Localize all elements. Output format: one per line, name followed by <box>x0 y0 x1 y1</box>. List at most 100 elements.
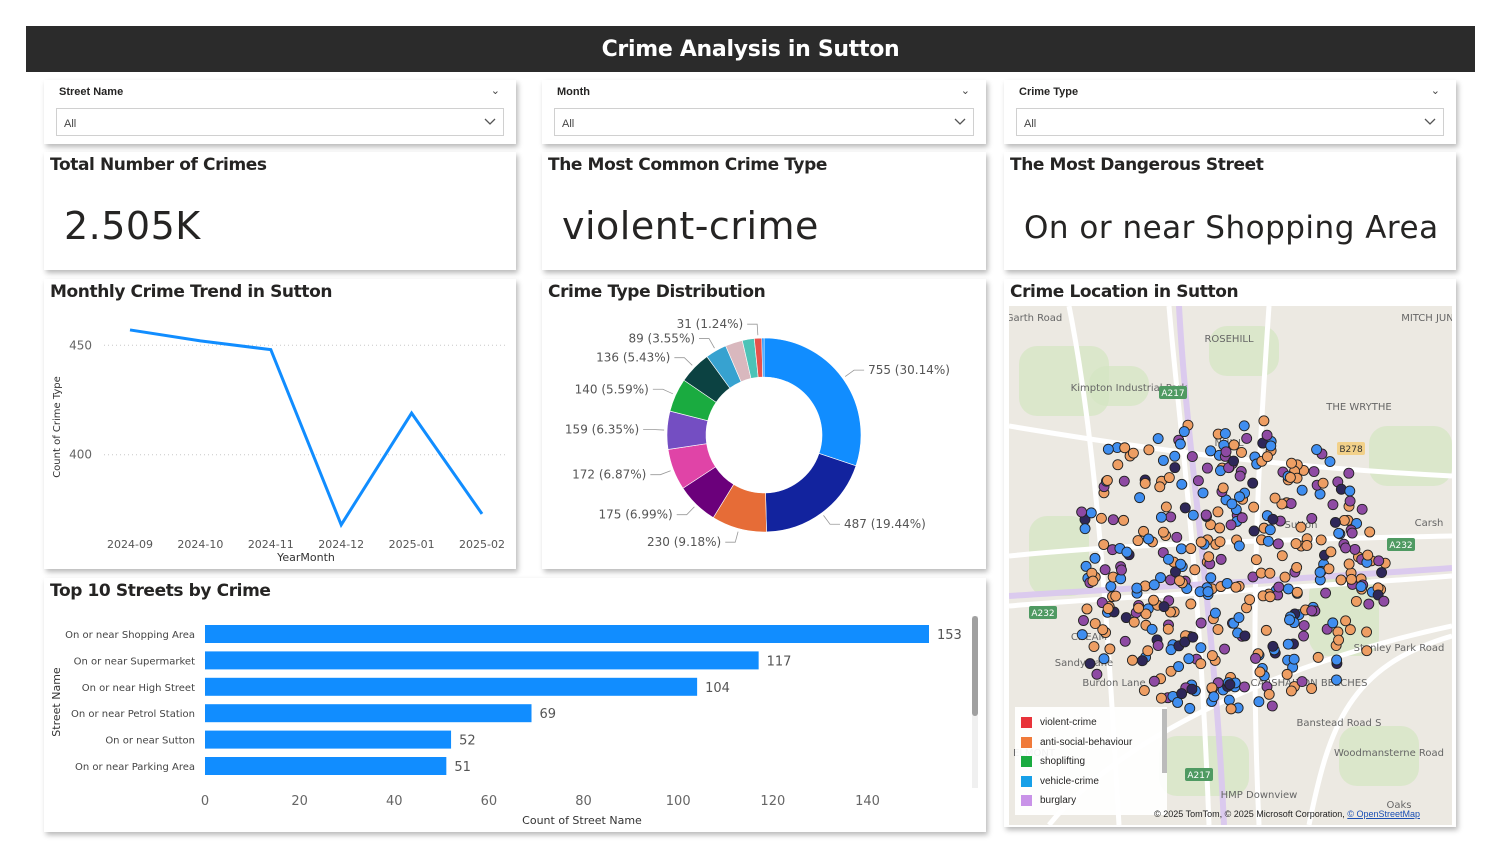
crime-point[interactable] <box>1099 564 1111 576</box>
crime-point[interactable] <box>1362 549 1374 561</box>
crime-point[interactable] <box>1158 601 1170 613</box>
crime-point[interactable] <box>1356 503 1368 515</box>
crime-point[interactable] <box>1157 526 1169 538</box>
crime-point[interactable] <box>1228 455 1239 467</box>
crime-type-dropdown[interactable]: All <box>1016 108 1444 136</box>
crime-point[interactable] <box>1262 535 1274 547</box>
crime-point[interactable] <box>1203 551 1215 563</box>
crime-point[interactable] <box>1183 653 1195 665</box>
trend-point[interactable] <box>128 328 132 332</box>
crime-point[interactable] <box>1143 444 1155 456</box>
crime-point[interactable] <box>1142 645 1154 657</box>
crime-point[interactable] <box>1223 694 1235 706</box>
crime-point[interactable] <box>1344 485 1356 497</box>
crime-point[interactable] <box>1206 682 1218 694</box>
crime-point[interactable] <box>1344 624 1356 636</box>
crime-point[interactable] <box>1267 640 1279 652</box>
crime-point[interactable] <box>1169 462 1181 474</box>
trend-point[interactable] <box>198 339 202 343</box>
crime-point[interactable] <box>1098 539 1110 550</box>
crime-point[interactable] <box>1206 650 1218 662</box>
crime-point[interactable] <box>1230 581 1242 593</box>
crime-point[interactable] <box>1134 492 1146 504</box>
crime-point[interactable] <box>1373 555 1385 567</box>
crime-point[interactable] <box>1089 552 1101 564</box>
crime-point[interactable] <box>1320 587 1332 599</box>
crime-point[interactable] <box>1187 631 1199 643</box>
crime-point[interactable] <box>1311 444 1323 455</box>
crime-point[interactable] <box>1127 447 1139 459</box>
crime-point[interactable] <box>1284 471 1296 483</box>
crime-point[interactable] <box>1102 603 1114 614</box>
crime-point[interactable] <box>1344 495 1356 507</box>
crime-point[interactable] <box>1185 543 1197 555</box>
crime-point[interactable] <box>1335 574 1347 586</box>
crime-point[interactable] <box>1282 638 1294 650</box>
crime-point[interactable] <box>1291 586 1303 598</box>
crime-point[interactable] <box>1253 696 1265 708</box>
crime-point[interactable] <box>1234 470 1246 482</box>
crime-point[interactable] <box>1162 623 1174 635</box>
crime-point[interactable] <box>1233 612 1245 624</box>
crime-point[interactable] <box>1333 527 1345 539</box>
openstreetmap-link[interactable]: © OpenStreetMap <box>1347 809 1420 819</box>
crime-point[interactable] <box>1314 566 1326 578</box>
crime-point[interactable] <box>1176 478 1188 490</box>
crime-point[interactable] <box>1327 617 1339 629</box>
crime-point[interactable] <box>1138 685 1150 696</box>
crime-point[interactable] <box>1220 446 1232 458</box>
crime-point[interactable] <box>1089 618 1101 629</box>
crime-point[interactable] <box>1079 523 1091 535</box>
crime-point[interactable] <box>1186 683 1198 695</box>
crime-point[interactable] <box>1258 415 1270 427</box>
crime-point[interactable] <box>1346 527 1358 539</box>
bar[interactable] <box>205 625 929 643</box>
crime-point[interactable] <box>1163 472 1175 484</box>
crime-point[interactable] <box>1219 428 1231 440</box>
trend-point[interactable] <box>480 512 484 516</box>
crime-point[interactable] <box>1248 525 1260 537</box>
crime-point[interactable] <box>1265 440 1277 452</box>
bar[interactable] <box>205 730 452 749</box>
crime-point[interactable] <box>1261 451 1273 463</box>
crime-point[interactable] <box>1272 538 1284 550</box>
crime-point[interactable] <box>1119 442 1131 454</box>
crime-point[interactable] <box>1355 581 1367 593</box>
crime-point[interactable] <box>1143 533 1154 545</box>
crime-point[interactable] <box>1254 666 1266 678</box>
crime-point[interactable] <box>1236 446 1247 458</box>
crime-point[interactable] <box>1333 634 1345 646</box>
crime-point[interactable] <box>1212 624 1224 635</box>
crime-point[interactable] <box>1171 531 1183 543</box>
donut-slice[interactable] <box>763 337 862 467</box>
crime-point[interactable] <box>1324 456 1336 468</box>
crime-point[interactable] <box>1146 623 1158 635</box>
crime-point[interactable] <box>1331 674 1342 686</box>
trend-point[interactable] <box>410 411 414 415</box>
crime-point[interactable] <box>1098 653 1110 665</box>
crime-point[interactable] <box>1281 668 1293 680</box>
crime-point[interactable] <box>1308 466 1320 477</box>
crime-point[interactable] <box>1301 540 1313 551</box>
crime-point[interactable] <box>1343 558 1355 570</box>
crime-point[interactable] <box>1244 594 1256 606</box>
crime-point[interactable] <box>1296 484 1308 496</box>
crime-point[interactable] <box>1261 429 1273 441</box>
crime-point[interactable] <box>1085 507 1097 519</box>
crime-point[interactable] <box>1195 642 1207 654</box>
crime-point[interactable] <box>1260 624 1272 636</box>
bar[interactable] <box>205 677 698 696</box>
crime-point[interactable] <box>1325 546 1337 558</box>
crime-point[interactable] <box>1228 439 1240 451</box>
crime-point[interactable] <box>1263 688 1275 700</box>
crime-point[interactable] <box>1208 691 1220 703</box>
crime-point[interactable] <box>1338 514 1350 526</box>
crime-point[interactable] <box>1116 564 1127 576</box>
crime-point[interactable] <box>1174 575 1185 587</box>
crime-point[interactable] <box>1225 519 1237 531</box>
crime-map[interactable]: ROSEHILL Kimpton Industrial Park THE WRYTH… <box>1009 306 1452 825</box>
crime-point[interactable] <box>1331 654 1343 666</box>
crime-point[interactable] <box>1234 491 1245 503</box>
crime-point[interactable] <box>1178 426 1190 438</box>
street-name-dropdown[interactable]: All <box>56 108 504 136</box>
